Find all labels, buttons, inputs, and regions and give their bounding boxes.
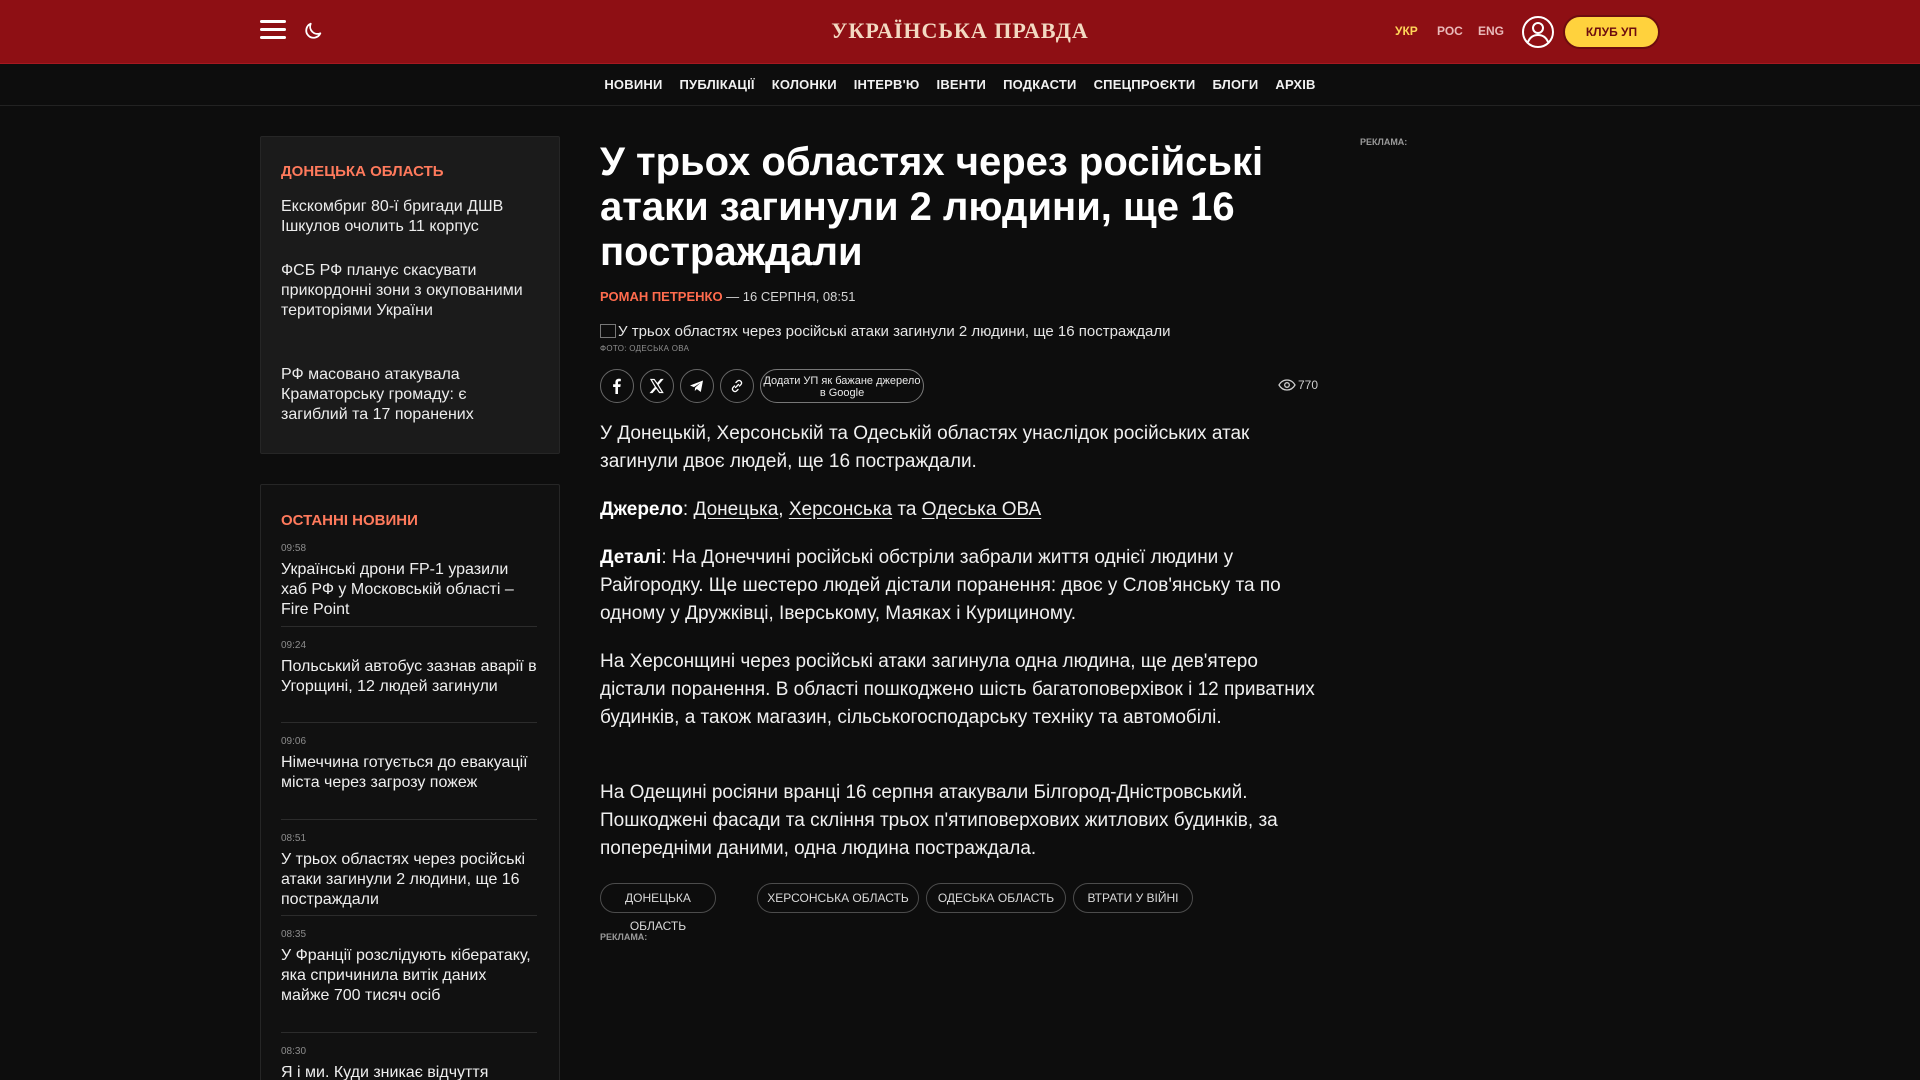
copy-link-icon[interactable] <box>720 369 754 403</box>
nav-item-news[interactable]: НОВИНИ <box>604 77 662 92</box>
region-news-box: ДОНЕЦЬКА ОБЛАСТЬ Екскомбриг 80-ї бригади… <box>260 136 560 454</box>
article-headline: У трьох областях через російські атаки з… <box>600 140 1264 274</box>
nav-item-interviews[interactable]: ІНТЕРВ'Ю <box>854 77 920 92</box>
dark-mode-toggle-icon[interactable] <box>302 20 326 44</box>
article-lead: У Донецькій, Херсонській та Одеській обл… <box>600 423 1250 472</box>
photo-alt-text: У трьох областях через російські атаки з… <box>618 323 1171 340</box>
article-paragraph-kherson: На Херсонщині через російські атаки заги… <box>600 651 1315 728</box>
main-nav: НОВИНИ ПУБЛІКАЦІЇ КОЛОНКИ ІНТЕРВ'Ю ІВЕНТ… <box>0 64 1920 106</box>
article-paragraph-odesa: На Одещині росіяни вранці 16 серпня атак… <box>600 782 1278 859</box>
nav-item-podcasts[interactable]: ПОДКАСТИ <box>1003 77 1077 92</box>
divider <box>281 1032 537 1033</box>
nav-item-publications[interactable]: ПУБЛІКАЦІЇ <box>680 77 755 92</box>
divider <box>281 819 537 820</box>
news-title[interactable]: Я і ми. Куди зникає відчуття <box>281 1063 537 1080</box>
news-time: 08:35 <box>281 929 307 940</box>
latest-news-item[interactable]: 08:30 Я і ми. Куди зникає відчуття <box>281 1046 537 1080</box>
tag-kherson-oblast[interactable]: ХЕРСОНСЬКА ОБЛАСТЬ <box>757 883 919 913</box>
news-time: 09:24 <box>281 640 307 651</box>
region-news-item[interactable]: РФ масовано атакувала Краматорську грома… <box>281 365 537 425</box>
add-google-source-button[interactable]: Додати УП як бажане джерело в Google <box>760 369 924 403</box>
top-header: УКРАЇНСЬКА ПРАВДА УКР РОС ENG КЛУБ УП <box>0 0 1920 64</box>
news-title[interactable]: Німеччина готується до евакуації міста ч… <box>281 753 537 793</box>
news-time: 09:06 <box>281 736 307 747</box>
news-title[interactable]: У трьох областях через російські атаки з… <box>281 850 537 910</box>
news-title[interactable]: Польський автобус зазнав аварії в Угорщи… <box>281 657 537 697</box>
nav-item-events[interactable]: ІВЕНТИ <box>937 77 987 92</box>
ad-label-sidebar: РЕКЛАМА: <box>1360 137 1408 147</box>
nav-item-specprojects[interactable]: СПЕЦПРОЄКТИ <box>1094 77 1196 92</box>
article-details: Деталі: На Донеччині російські обстріли … <box>600 544 1320 628</box>
news-title[interactable]: У Франції розслідують кібератаку, яка сп… <box>281 946 537 1006</box>
latest-news-box: ОСТАННІ НОВИНИ 09:58 Українські дрони FP… <box>260 484 560 1080</box>
source-link-kherson[interactable]: Херсонська <box>789 499 892 520</box>
divider <box>281 915 537 916</box>
latest-news-item[interactable]: 09:24 Польський автобус зазнав аварії в … <box>281 640 537 697</box>
author-link[interactable]: РОМАН ПЕТРЕНКО <box>600 289 723 304</box>
latest-news-item[interactable]: 09:58 Українські дрони FP-1 уразили хаб … <box>281 543 537 620</box>
hamburger-menu-icon[interactable] <box>260 20 286 44</box>
nav-item-archive[interactable]: АРХІВ <box>1275 77 1315 92</box>
news-time: 08:30 <box>281 1046 307 1057</box>
source-link-odesa[interactable]: Одеська ОВА <box>922 499 1041 520</box>
nav-item-blogs[interactable]: БЛОГИ <box>1212 77 1258 92</box>
punctuation: : <box>682 499 694 520</box>
site-logo[interactable]: УКРАЇНСЬКА ПРАВДА <box>831 18 1089 43</box>
details-text: : На Донеччині російські обстріли забрал… <box>600 547 1281 624</box>
conjunction: та <box>892 499 922 520</box>
view-count-value: 770 <box>1298 378 1319 392</box>
details-label: Деталі <box>600 547 662 568</box>
divider <box>281 626 537 627</box>
article-photo: У трьох областях через російські атаки з… <box>600 323 1320 341</box>
news-title[interactable]: Українські дрони FP-1 уразили хаб РФ у М… <box>281 560 537 620</box>
source-label: Джерело <box>600 499 683 520</box>
broken-image-icon <box>600 324 616 338</box>
club-up-button[interactable]: КЛУБ УП <box>1563 15 1660 49</box>
region-box-title[interactable]: ДОНЕЦЬКА ОБЛАСТЬ <box>281 163 444 180</box>
article-date: — 16 СЕРПНЯ, 08:51 <box>722 289 856 304</box>
news-time: 08:51 <box>281 833 307 844</box>
photo-credit: ФОТО: ОДЕСЬКА ОВА <box>600 344 690 353</box>
region-news-item[interactable]: Екскомбриг 80-ї бригади ДШВ Ішкулов очол… <box>281 197 537 237</box>
view-count: 770 <box>1278 378 1318 392</box>
eye-icon <box>1278 379 1296 391</box>
tag-war-losses[interactable]: ВТРАТИ У ВІЙНІ <box>1073 883 1193 913</box>
article-source: Джерело: Донецька, Херсонська та Одеська… <box>600 496 1320 524</box>
share-telegram-icon[interactable] <box>680 369 714 403</box>
lang-eng[interactable]: ENG <box>1478 24 1504 38</box>
source-link-donetsk[interactable]: Донецька <box>693 499 778 520</box>
news-time: 09:58 <box>281 543 307 554</box>
latest-news-title: ОСТАННІ НОВИНИ <box>281 512 418 529</box>
nav-item-columns[interactable]: КОЛОНКИ <box>772 77 837 92</box>
punctuation: , <box>778 499 789 520</box>
latest-news-item[interactable]: 09:06 Німеччина готується до евакуації м… <box>281 736 537 793</box>
latest-news-item[interactable]: 08:35 У Франції розслідують кібератаку, … <box>281 929 537 1006</box>
lang-ros[interactable]: РОС <box>1437 24 1463 38</box>
user-account-icon[interactable] <box>1522 16 1554 48</box>
tag-donetsk-oblast[interactable]: ДОНЕЦЬКА ОБЛАСТЬ <box>600 883 716 933</box>
lang-ukr[interactable]: УКР <box>1395 24 1418 38</box>
tag-odesa-oblast[interactable]: ОДЕСЬКА ОБЛАСТЬ <box>926 883 1066 913</box>
region-news-item[interactable]: ФСБ РФ планує скасувати прикордонні зони… <box>281 261 537 321</box>
share-facebook-icon[interactable] <box>600 369 634 403</box>
share-x-icon[interactable] <box>640 369 674 403</box>
divider <box>281 722 537 723</box>
article-byline: РОМАН ПЕТРЕНКО — 16 СЕРПНЯ, 08:51 <box>600 289 855 304</box>
ad-label-bottom: РЕКЛАМА: <box>600 932 648 942</box>
latest-news-item[interactable]: 08:51 У трьох областях через російські а… <box>281 833 537 910</box>
